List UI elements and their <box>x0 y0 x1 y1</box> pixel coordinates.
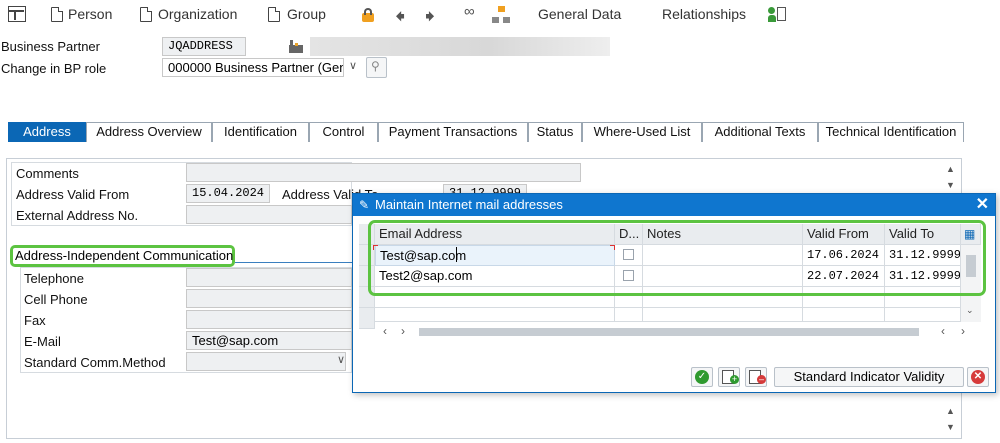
general-data-button[interactable]: General Data <box>538 4 621 24</box>
back-arrow-icon[interactable]: 🠸 <box>395 2 405 36</box>
glasses-icon[interactable]: ∞ <box>464 3 475 20</box>
scroll-up-icon[interactable]: ▲ <box>946 164 955 174</box>
scroll-up-lower-icon[interactable]: ▲ <box>946 406 955 416</box>
tab-address-overview[interactable]: Address Overview <box>86 122 212 142</box>
plus-icon: + <box>730 374 739 384</box>
email-table-highlight <box>368 220 986 296</box>
confirm-button[interactable]: ✓ <box>691 367 713 387</box>
organization-doc-icon <box>140 7 152 22</box>
scroll-down-icon[interactable]: ⌄ <box>966 305 974 316</box>
std-comm-method-label: Standard Comm.Method <box>24 355 166 370</box>
telephone-field[interactable] <box>186 268 352 287</box>
tab-additional-texts[interactable]: Additional Texts <box>702 122 818 142</box>
fax-label: Fax <box>24 313 46 328</box>
cancel-button[interactable]: ✕ <box>967 367 989 387</box>
empty-cell[interactable] <box>615 308 643 322</box>
tab-technical-identification[interactable]: Technical Identification <box>818 122 964 142</box>
factory-icon <box>289 40 303 53</box>
search-icon: ⚲ <box>371 59 380 73</box>
change-bp-role-label: Change in BP role <box>1 61 107 76</box>
hierarchy-icon[interactable] <box>492 6 510 24</box>
person-doc-icon <box>51 7 63 22</box>
business-partner-field[interactable]: JQADDRESS <box>162 37 246 56</box>
dialog-title-bar: ✎ Maintain Internet mail addresses ✕ <box>353 194 995 216</box>
scroll-right-icon[interactable]: › <box>401 324 405 338</box>
overview-icon[interactable] <box>8 6 26 22</box>
tab-status[interactable]: Status <box>528 122 582 142</box>
display-change-icon[interactable] <box>360 6 380 24</box>
group-button[interactable]: Group <box>287 4 326 24</box>
cancel-icon: ✕ <box>971 370 985 384</box>
cell-phone-label: Cell Phone <box>24 292 88 307</box>
close-icon[interactable]: ✕ <box>976 194 989 216</box>
tab-address[interactable]: Address <box>8 122 86 142</box>
horizontal-scroll-thumb[interactable] <box>419 328 919 336</box>
relationship-user-icon[interactable] <box>768 5 786 23</box>
tab-where-used-list[interactable]: Where-Used List <box>582 122 702 142</box>
empty-cell[interactable] <box>643 308 803 322</box>
telephone-label: Telephone <box>24 271 84 286</box>
group-doc-icon <box>268 7 280 22</box>
scroll-down-lower-icon[interactable]: ▼ <box>946 422 955 432</box>
address-valid-from-label: Address Valid From <box>16 187 130 202</box>
dialog-title: Maintain Internet mail addresses <box>375 197 563 212</box>
delete-row-button[interactable]: – <box>745 367 767 387</box>
tab-identification[interactable]: Identification <box>212 122 309 142</box>
standard-indicator-validity-button[interactable]: Standard Indicator Validity <box>774 367 964 387</box>
comm-section-title: Address-Independent Communication <box>15 248 234 263</box>
forward-arrow-icon[interactable]: 🠺 <box>425 2 435 36</box>
fax-field[interactable] <box>186 310 352 329</box>
empty-cell[interactable] <box>375 308 615 322</box>
comments-label: Comments <box>16 166 79 181</box>
organization-button[interactable]: Organization <box>158 4 237 24</box>
section-divider <box>235 262 355 263</box>
row-selector[interactable] <box>359 308 375 329</box>
person-button[interactable]: Person <box>68 4 112 24</box>
empty-cell[interactable] <box>803 308 885 322</box>
chevron-down-icon[interactable]: ∨ <box>349 59 357 72</box>
relationships-button[interactable]: Relationships <box>662 4 746 24</box>
email-label: E-Mail <box>24 334 61 349</box>
scroll-left-icon[interactable]: ‹ <box>941 324 945 338</box>
empty-cell[interactable] <box>885 308 961 322</box>
role-search-button[interactable]: ⚲ <box>366 57 387 78</box>
scroll-left-icon[interactable]: ‹ <box>383 324 387 338</box>
tab-payment-transactions[interactable]: Payment Transactions <box>378 122 528 142</box>
email-field[interactable]: Test@sap.com <box>186 331 352 350</box>
bp-role-select[interactable]: 000000 Business Partner (Gen.) <box>162 58 344 77</box>
minus-icon: – <box>757 374 766 384</box>
external-address-field[interactable] <box>186 205 352 224</box>
chevron-down-icon[interactable]: ∨ <box>337 353 345 366</box>
tab-control[interactable]: Control <box>309 122 378 142</box>
application-toolbar: Person Organization Group 🠸 🠺 ∞ General … <box>0 0 1000 28</box>
comments-field[interactable] <box>186 163 581 182</box>
tab-strip: Address Address Overview Identification … <box>8 122 964 142</box>
insert-row-button[interactable]: + <box>718 367 740 387</box>
edit-icon: ✎ <box>359 198 370 212</box>
business-partner-label: Business Partner <box>1 39 100 54</box>
checkmark-icon: ✓ <box>695 370 709 384</box>
table-horizontal-scrollbar[interactable]: ‹ › ‹ › <box>375 324 981 340</box>
address-valid-from-field[interactable]: 15.04.2024 <box>186 184 270 203</box>
scroll-right-icon[interactable]: › <box>961 324 965 338</box>
std-comm-method-select[interactable] <box>186 352 346 371</box>
partner-name-blurred <box>310 37 610 56</box>
cell-phone-field[interactable] <box>186 289 352 308</box>
external-address-label: External Address No. <box>16 208 139 223</box>
scroll-down-icon[interactable]: ▼ <box>946 180 955 190</box>
